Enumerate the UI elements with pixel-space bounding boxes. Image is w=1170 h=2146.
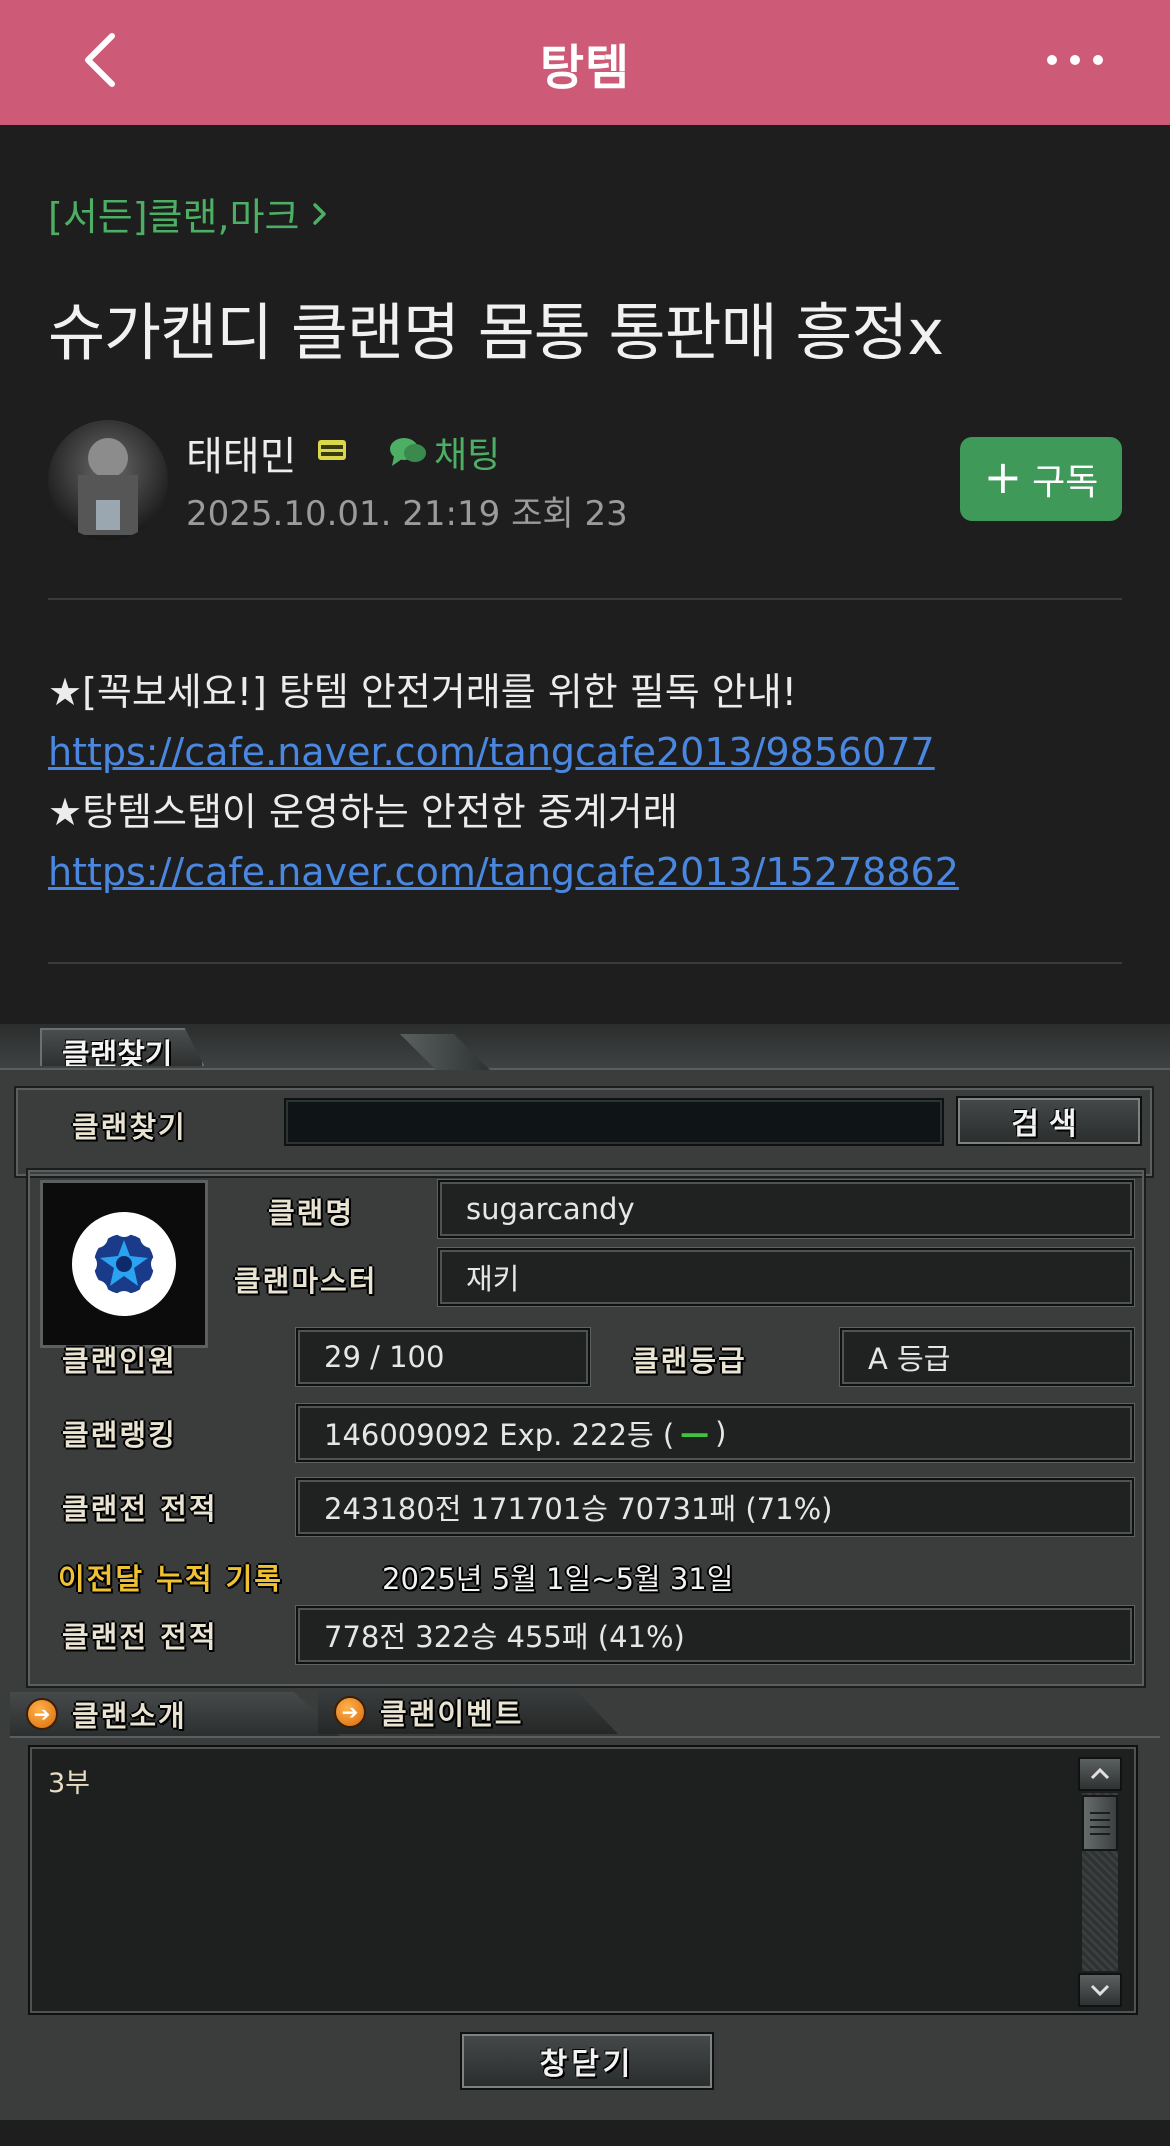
ranking-change: — [680, 1416, 710, 1450]
more-button[interactable] [1030, 32, 1120, 88]
members-label: 클랜인원 [62, 1344, 177, 1378]
notice-line: ★[꼭보세요!] 탕템 안전거래를 위한 필독 안내! [48, 670, 797, 714]
record-field: 243180전 171701승 70731패 (71%) [296, 1478, 1134, 1536]
scrollbar[interactable] [1078, 1757, 1122, 2007]
app-title: 탕템 [539, 39, 631, 96]
search-button[interactable]: 검색 [956, 1096, 1142, 1146]
divider [48, 598, 1122, 600]
member-level-icon [318, 440, 346, 460]
clan-name-label: 클랜명 [268, 1196, 355, 1230]
tab-clan-intro-label: 클랜소개 [72, 1699, 187, 1733]
chevron-right-icon [312, 202, 326, 225]
clan-intro-textarea[interactable]: 3부 [28, 1745, 1138, 2015]
last-record-field: 778전 322승 455패 (41%) [296, 1606, 1134, 1664]
arrow-right-icon: ➔ [334, 1696, 366, 1728]
last-month-period: 2025년 5월 1일~5월 31일 [382, 1562, 734, 1596]
search-label: 클랜찾기 [72, 1110, 187, 1144]
escrow-link[interactable]: https://cafe.naver.com/tangcafe2013/1527… [48, 842, 1128, 902]
ranking-field: 146009092 Exp. 222등 ( — ) [296, 1404, 1134, 1462]
clan-master-label: 클랜마스터 [234, 1264, 378, 1298]
author-name[interactable]: 태태민 [186, 424, 296, 482]
members-field: 29 / 100 [296, 1328, 590, 1386]
subscribe-label: 구독 [1032, 462, 1099, 503]
scroll-up-button[interactable] [1078, 1757, 1122, 1791]
escrow-line: ★탕템스탭이 운영하는 안전한 중계거래 [48, 790, 678, 834]
window-tab-title: 클랜찾기 [40, 1028, 205, 1066]
tab-clan-event-label: 클랜이벤트 [380, 1697, 524, 1731]
clan-name-field: sugarcandy [438, 1180, 1134, 1238]
chevron-left-icon [85, 33, 115, 87]
scroll-down-button[interactable] [1078, 1973, 1122, 2007]
grade-label: 클랜등급 [632, 1344, 747, 1378]
ranking-suffix: ) [715, 1416, 727, 1450]
plus-icon: + [983, 450, 1023, 504]
tab-clan-intro[interactable]: ➔ 클랜소개 [10, 1692, 340, 1736]
avatar[interactable] [48, 420, 168, 540]
chat-bubble-icon [390, 438, 426, 466]
game-screenshot: 클랜찾기 클랜찾기 검색 클랜명 sugarcandy 클랜마스터 재키 클랜인… [0, 1024, 1170, 2120]
grade-field: A 등급 [840, 1328, 1134, 1386]
close-window-button[interactable]: 창닫기 [460, 2032, 714, 2090]
post-meta: 2025.10.01. 21:19 조회 23 [186, 494, 628, 534]
last-record-label: 클랜전 전적 [62, 1620, 218, 1654]
clan-search-input[interactable] [284, 1098, 944, 1146]
ranking-label: 클랜랭킹 [62, 1418, 177, 1452]
arrow-right-icon: ➔ [26, 1698, 58, 1730]
clan-mark-icon [72, 1212, 176, 1316]
clan-intro-text: 3부 [48, 1768, 91, 1799]
more-horizontal-icon [1047, 55, 1057, 65]
back-button[interactable] [70, 30, 130, 90]
scroll-thumb[interactable] [1082, 1795, 1118, 1851]
last-month-label: 이전달 누적 기록 [58, 1562, 283, 1596]
ranking-value: 146009092 Exp. 222등 ( [324, 1418, 675, 1452]
post-body: ★[꼭보세요!] 탕템 안전거래를 위한 필독 안내! https://cafe… [48, 662, 1128, 902]
chevron-down-icon [1090, 1984, 1110, 1996]
clan-emblem [40, 1180, 208, 1348]
clan-master-field: 재키 [438, 1248, 1134, 1306]
board-name: [서든]클랜,마크 [48, 195, 300, 239]
record-label: 클랜전 전적 [62, 1492, 218, 1526]
subscribe-button[interactable]: + 구독 [960, 437, 1122, 521]
tab-clan-event[interactable]: ➔ 클랜이벤트 [318, 1690, 618, 1734]
app-bar: 탕템 [0, 0, 1170, 125]
chevron-up-icon [1090, 1768, 1110, 1780]
board-link[interactable]: [서든]클랜,마크 [48, 186, 328, 241]
author-row: 태태민 채팅 2025.10.01. 21:19 조회 23 + 구독 [48, 420, 1122, 540]
chat-link[interactable]: 채팅 [388, 426, 500, 478]
post-title: 슈가캔디 클랜명 몸통 통판매 흥정x [48, 296, 944, 369]
divider [48, 962, 1122, 964]
chat-label: 채팅 [434, 435, 501, 476]
notice-link[interactable]: https://cafe.naver.com/tangcafe2013/9856… [48, 722, 1128, 782]
